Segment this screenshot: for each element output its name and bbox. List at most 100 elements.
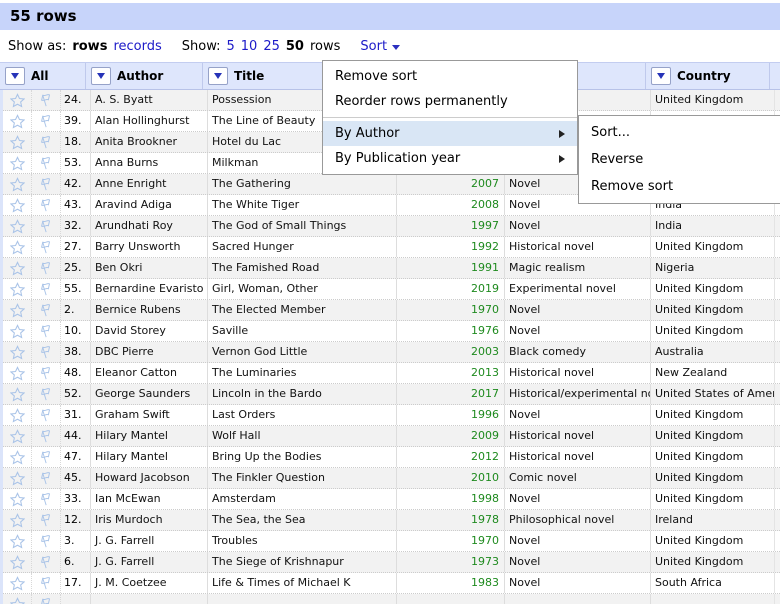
flag-cell[interactable]: [32, 468, 61, 488]
table-row: 12. Iris Murdoch The Sea, the Sea 1978 Philo…: [3, 510, 780, 531]
year-cell: 1997: [397, 216, 505, 236]
flag-icon: [40, 303, 50, 316]
flag-cell[interactable]: [32, 237, 61, 257]
year-cell: 2008: [397, 195, 505, 215]
flag-cell[interactable]: [32, 384, 61, 404]
flag-cell[interactable]: [32, 447, 61, 467]
flag-cell[interactable]: [32, 573, 61, 593]
flag-cell[interactable]: [32, 489, 61, 509]
flag-cell[interactable]: [32, 300, 61, 320]
star-cell[interactable]: [3, 153, 32, 173]
flag-cell[interactable]: [32, 216, 61, 236]
star-cell[interactable]: [3, 594, 32, 604]
flag-cell[interactable]: [32, 363, 61, 383]
country-cell: United Kingdom: [651, 321, 775, 341]
star-cell[interactable]: [3, 258, 32, 278]
star-icon: [9, 596, 25, 604]
flag-cell[interactable]: [32, 405, 61, 425]
star-cell[interactable]: [3, 321, 32, 341]
flag-cell[interactable]: [32, 510, 61, 530]
page-size-links: 5 10 25: [227, 39, 286, 54]
flag-cell[interactable]: [32, 195, 61, 215]
star-icon: [9, 365, 25, 381]
mode-rows[interactable]: rows: [72, 39, 107, 54]
page-size-link-5[interactable]: 5: [227, 39, 235, 54]
star-cell[interactable]: [3, 552, 32, 572]
flag-cell[interactable]: [32, 531, 61, 551]
chevron-down-icon: [97, 73, 105, 79]
flag-icon: [40, 93, 50, 106]
row-number: 10.: [61, 321, 91, 341]
star-cell[interactable]: [3, 405, 32, 425]
year-cell: [397, 594, 505, 604]
star-cell[interactable]: [3, 489, 32, 509]
star-cell[interactable]: [3, 111, 32, 131]
star-cell[interactable]: [3, 447, 32, 467]
submenu-item-sort-[interactable]: Sort...: [579, 119, 780, 146]
star-icon: [9, 113, 25, 129]
star-icon: [9, 491, 25, 507]
table-row: 6. J. G. Farrell The Siege of Krishnapur 19…: [3, 552, 780, 573]
year-cell: 1992: [397, 237, 505, 257]
menu-item-by-author[interactable]: By Author: [323, 121, 577, 146]
row-number: 12.: [61, 510, 91, 530]
star-cell[interactable]: [3, 90, 32, 110]
star-cell[interactable]: [3, 216, 32, 236]
column-menu-button[interactable]: [651, 67, 671, 85]
flag-cell[interactable]: [32, 174, 61, 194]
column-menu-button[interactable]: [208, 67, 228, 85]
star-cell[interactable]: [3, 342, 32, 362]
flag-cell[interactable]: [32, 132, 61, 152]
row-number: 53.: [61, 153, 91, 173]
star-cell[interactable]: [3, 363, 32, 383]
submenu-item-reverse[interactable]: Reverse: [579, 146, 780, 173]
menu-item-by-publication-year[interactable]: By Publication year: [323, 146, 577, 171]
title-cell: Troubles: [208, 531, 397, 551]
mode-records-link[interactable]: records: [113, 39, 161, 54]
star-cell[interactable]: [3, 300, 32, 320]
year-cell: 2017: [397, 384, 505, 404]
row-number: 3.: [61, 531, 91, 551]
flag-cell[interactable]: [32, 552, 61, 572]
submenu-item-remove-sort[interactable]: Remove sort: [579, 173, 780, 200]
row-number: 47.: [61, 447, 91, 467]
star-cell[interactable]: [3, 279, 32, 299]
page-size-link-10[interactable]: 10: [241, 39, 258, 54]
star-cell[interactable]: [3, 237, 32, 257]
sort-menu-trigger[interactable]: Sort: [360, 39, 401, 54]
author-cell: Hilary Mantel: [91, 426, 208, 446]
menu-item-reorder-rows-permanently[interactable]: Reorder rows permanently: [323, 89, 577, 114]
flag-cell[interactable]: [32, 426, 61, 446]
star-cell[interactable]: [3, 531, 32, 551]
flag-cell[interactable]: [32, 594, 61, 604]
star-cell[interactable]: [3, 195, 32, 215]
flag-cell[interactable]: [32, 321, 61, 341]
star-cell[interactable]: [3, 384, 32, 404]
star-icon: [9, 260, 25, 276]
star-cell[interactable]: [3, 426, 32, 446]
column-menu-button[interactable]: [91, 67, 111, 85]
star-cell[interactable]: [3, 132, 32, 152]
star-cell[interactable]: [3, 573, 32, 593]
flag-cell[interactable]: [32, 90, 61, 110]
year-cell: 1983: [397, 573, 505, 593]
title-cell: The Famished Road: [208, 258, 397, 278]
flag-cell[interactable]: [32, 258, 61, 278]
flag-cell[interactable]: [32, 279, 61, 299]
menu-item-remove-sort[interactable]: Remove sort: [323, 64, 577, 89]
star-cell[interactable]: [3, 174, 32, 194]
chevron-down-icon: [214, 73, 222, 79]
author-cell: Graham Swift: [91, 405, 208, 425]
page-size-link-25[interactable]: 25: [263, 39, 280, 54]
column-menu-button[interactable]: [5, 67, 25, 85]
star-cell[interactable]: [3, 510, 32, 530]
star-cell[interactable]: [3, 468, 32, 488]
year-cell: 2013: [397, 363, 505, 383]
country-cell: United Kingdom: [651, 405, 775, 425]
submenu-item-label: Reverse: [591, 152, 644, 167]
flag-cell[interactable]: [32, 153, 61, 173]
flag-cell[interactable]: [32, 111, 61, 131]
column-header-label: Title: [234, 69, 265, 83]
flag-cell[interactable]: [32, 342, 61, 362]
author-cell: Arundhati Roy: [91, 216, 208, 236]
